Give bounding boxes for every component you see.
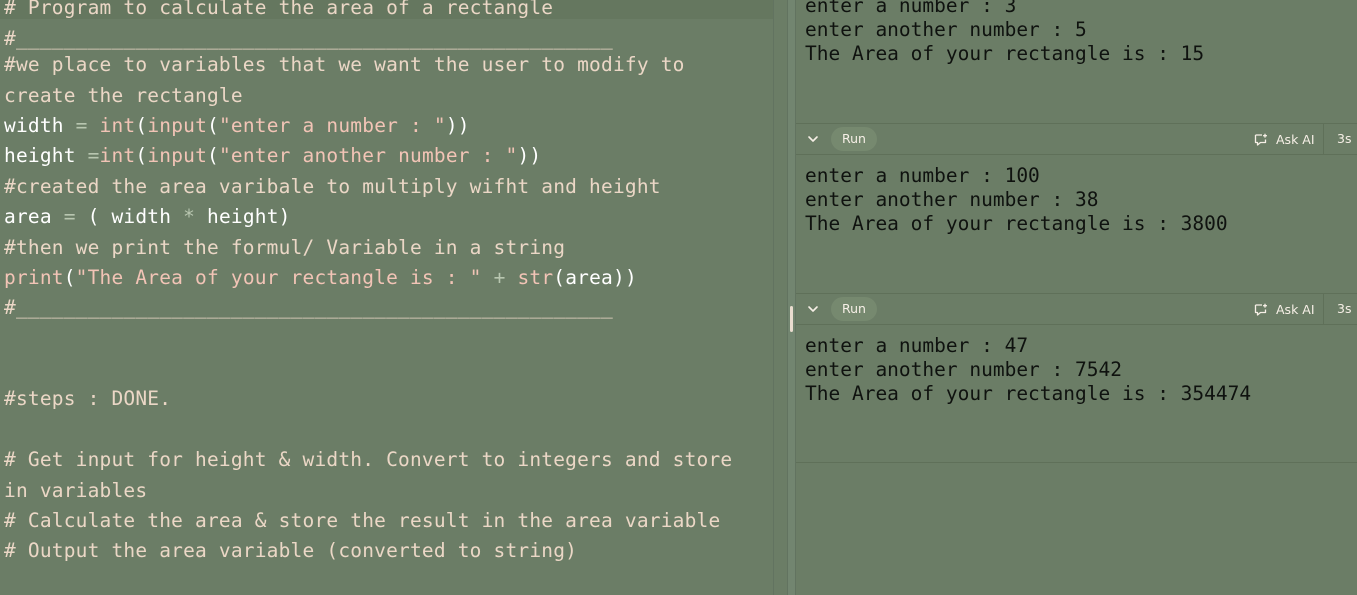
- token-identifier: width: [111, 205, 172, 228]
- output-line: enter a number : 3: [805, 0, 1017, 17]
- code-line-5[interactable]: width = int(input("enter a number : ")): [4, 111, 470, 141]
- run-duration: 3s: [1337, 131, 1352, 146]
- token-string: "The Area of your rectangle is : ": [75, 266, 482, 289]
- code-line-10[interactable]: print("The Area of your rectangle is : "…: [4, 263, 637, 293]
- output-line: enter a number : 47: [805, 334, 1029, 357]
- code-line-1[interactable]: # Program to calculate the area of a rec…: [4, 0, 553, 23]
- code-line-11[interactable]: #_______________________________________…: [4, 293, 613, 323]
- cell-toolbar: Run Ask AI 3s: [796, 293, 1357, 325]
- token-operator: =: [75, 144, 100, 167]
- token-function: input: [147, 144, 208, 167]
- token-operator: *: [171, 205, 208, 228]
- chevron-down-icon[interactable]: [807, 133, 819, 145]
- code-line-8[interactable]: area = ( width * height): [4, 202, 291, 232]
- splitter-drag-handle[interactable]: [790, 306, 793, 332]
- code-line-7[interactable]: #created the area varibale to multiply w…: [4, 172, 661, 202]
- token-punctuation: )): [517, 144, 542, 167]
- token-identifier: width: [4, 114, 64, 137]
- ask-ai-icon: [1254, 303, 1267, 316]
- ask-ai-icon: [1254, 133, 1267, 146]
- token-identifier: height: [4, 144, 76, 167]
- token-identifier: area: [4, 205, 52, 228]
- code-editor[interactable]: # Program to calculate the area of a rec…: [0, 0, 774, 595]
- token-punctuation: (: [207, 144, 219, 167]
- token-punctuation: )): [445, 114, 470, 137]
- run-button[interactable]: Run: [831, 127, 877, 151]
- code-line-12[interactable]: #steps : DONE.: [4, 384, 171, 414]
- toolbar-divider: [1323, 124, 1324, 154]
- run-button[interactable]: Run: [831, 297, 877, 321]
- token-string: "enter a number : ": [218, 114, 446, 137]
- token-operator: +: [481, 266, 518, 289]
- chevron-down-icon[interactable]: [807, 303, 819, 315]
- token-function: print: [4, 266, 64, 289]
- code-line-4[interactable]: create the rectangle: [4, 81, 243, 111]
- token-punctuation: (: [207, 114, 219, 137]
- ask-ai-label: Ask AI: [1276, 131, 1315, 147]
- code-line-13[interactable]: # Get input for height & width. Convert …: [4, 445, 732, 475]
- code-line-16[interactable]: # Output the area variable (converted to…: [4, 536, 577, 566]
- token-punctuation: (: [135, 114, 148, 137]
- token-punctuation: (: [135, 144, 148, 167]
- panel-splitter[interactable]: [787, 0, 796, 595]
- code-line-15[interactable]: # Calculate the area & store the result …: [4, 506, 720, 536]
- output-line: enter another number : 38: [805, 188, 1099, 211]
- token-punctuation: ): [278, 205, 291, 228]
- toolbar-divider: [1323, 294, 1324, 324]
- output-panel: enter a number : 3 enter another number …: [796, 0, 1357, 595]
- token-punctuation: )): [613, 266, 637, 289]
- code-line-3[interactable]: #we place to variables that we want the …: [4, 50, 685, 80]
- ask-ai-label: Ask AI: [1276, 301, 1315, 317]
- output-line: enter another number : 5: [805, 18, 1087, 41]
- cell-toolbar: Run Ask AI 3s: [796, 123, 1357, 155]
- token-function: int: [99, 144, 136, 167]
- token-punctuation: (: [63, 266, 76, 289]
- token-identifier: height: [207, 205, 279, 228]
- ask-ai-button[interactable]: Ask AI: [1254, 124, 1315, 154]
- output-line: The Area of your rectangle is : 3800: [805, 212, 1228, 235]
- token-punctuation: (: [87, 205, 112, 228]
- token-function: str: [517, 266, 554, 289]
- token-identifier: area: [565, 266, 613, 289]
- code-line-14[interactable]: in variables: [4, 476, 147, 506]
- token-punctuation: (: [553, 266, 566, 289]
- cell-separator: [796, 462, 1357, 463]
- token-operator: =: [51, 205, 88, 228]
- token-function: input: [147, 114, 208, 137]
- output-line: The Area of your rectangle is : 15: [805, 42, 1205, 65]
- output-line: enter another number : 7542: [805, 358, 1122, 381]
- code-line-9[interactable]: #then we print the formul/ Variable in a…: [4, 233, 565, 263]
- output-line: The Area of your rectangle is : 354474: [805, 382, 1252, 405]
- token-function: int: [99, 114, 136, 137]
- token-string: "enter another number : ": [218, 144, 518, 167]
- code-line-6[interactable]: height =int(input("enter another number …: [4, 141, 541, 171]
- token-operator: =: [63, 114, 100, 137]
- ask-ai-button[interactable]: Ask AI: [1254, 294, 1315, 324]
- run-duration: 3s: [1337, 301, 1352, 316]
- output-line: enter a number : 100: [805, 164, 1040, 187]
